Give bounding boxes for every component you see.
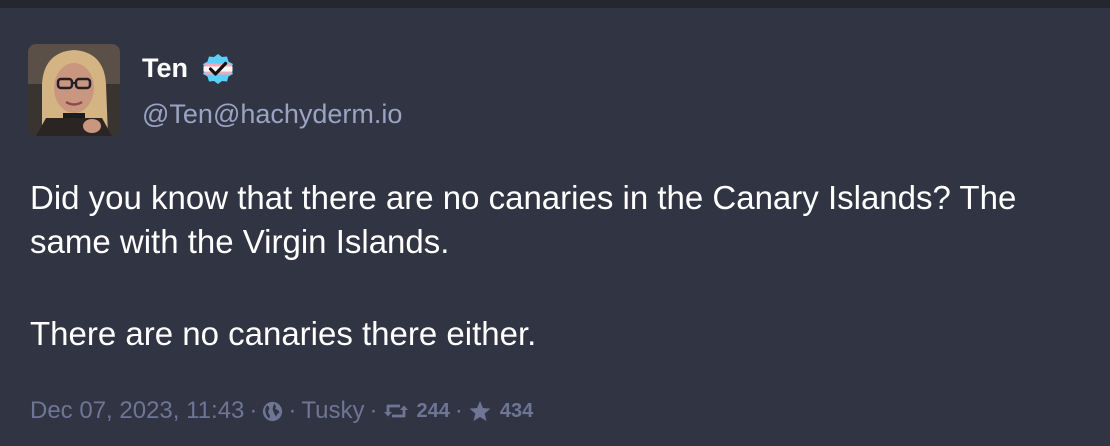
meta-separator: · bbox=[288, 397, 297, 424]
top-divider bbox=[0, 0, 1110, 8]
post-paragraph: Did you know that there are no canaries … bbox=[30, 179, 1017, 260]
favourite-count: 434 bbox=[499, 399, 534, 422]
display-name[interactable]: Ten bbox=[142, 48, 188, 88]
post-timestamp[interactable]: Dec 07, 2023, 11:43 bbox=[30, 397, 244, 425]
boost-icon[interactable] bbox=[383, 401, 409, 421]
account-handle[interactable]: @Ten@hachyderm.io bbox=[142, 96, 402, 132]
avatar[interactable] bbox=[28, 44, 120, 136]
post-content: Did you know that there are no canaries … bbox=[30, 176, 1090, 356]
post-paragraph: There are no canaries there either. bbox=[30, 315, 537, 352]
verified-badge-icon bbox=[201, 52, 235, 86]
post-card: Ten @Ten@hachyderm.io Did you know that … bbox=[0, 8, 1110, 446]
star-icon[interactable] bbox=[468, 400, 492, 423]
meta-separator: · bbox=[249, 397, 258, 424]
post-meta: Dec 07, 2023, 11:43 · · Tusky · 244 · 43… bbox=[30, 393, 533, 429]
globe-icon bbox=[262, 401, 283, 422]
meta-separator: · bbox=[369, 397, 378, 424]
meta-separator: · bbox=[454, 397, 463, 424]
boost-count: 244 bbox=[416, 399, 450, 422]
client-name[interactable]: Tusky bbox=[301, 397, 364, 425]
